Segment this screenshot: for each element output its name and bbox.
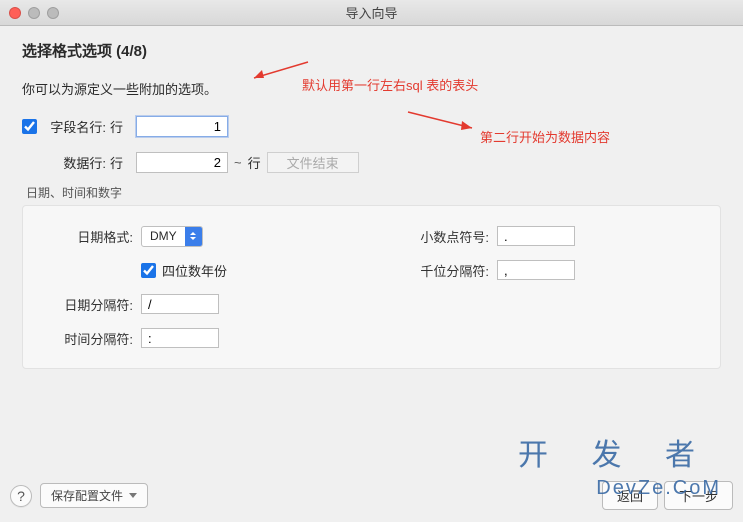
page-title: 选择格式选项 (4/8) [22,40,721,61]
four-digit-year-row: 四位数年份 [41,258,227,282]
decimal-label: 小数点符号: [397,227,489,246]
thousand-row: 千位分隔符: [397,258,575,282]
time-sep-label: 时间分隔符: [41,329,133,348]
date-format-select[interactable]: DMY [141,226,203,247]
four-digit-year-label: 四位数年份 [162,261,227,280]
row-unit-1: 行 [110,117,132,136]
data-row-label: 数据行: [44,153,106,172]
next-button[interactable]: 下一步 [664,481,733,510]
minimize-icon[interactable] [28,7,40,19]
chevron-updown-icon [185,227,202,246]
date-sep-input[interactable] [141,294,219,314]
field-name-row-input[interactable] [136,116,228,137]
data-row: 数据行: 行 ~ 行 [22,148,721,176]
help-button[interactable]: ? [10,485,32,507]
panel-right-col: 小数点符号: 千位分隔符: [397,224,575,350]
time-sep-input[interactable] [141,328,219,348]
field-name-label: 字段名行: [44,117,106,136]
thousand-input[interactable] [497,260,575,280]
four-digit-year-checkbox[interactable] [141,263,156,278]
save-profile-button[interactable]: 保存配置文件 [40,483,148,508]
titlebar: 导入向导 [0,0,743,26]
date-sep-row: 日期分隔符: [41,292,227,316]
annotation-1: 默认用第一行左右sql 表的表头 [302,75,478,94]
back-button[interactable]: 返回 [602,481,658,510]
date-format-value: DMY [142,227,185,246]
date-format-row: 日期格式: DMY [41,224,227,248]
window-title: 导入向导 [0,3,743,22]
row-unit-3: 行 [248,153,261,172]
range-tilde: ~ [234,155,242,170]
content-area: 选择格式选项 (4/8) 你可以为源定义一些附加的选项。 字段名行: 行 数据行… [0,26,743,369]
date-sep-label: 日期分隔符: [41,295,133,314]
field-name-checkbox[interactable] [22,119,37,134]
data-row-end-input [267,152,359,173]
field-name-row: 字段名行: 行 [22,112,721,140]
chevron-down-icon [129,493,137,498]
row-unit-2: 行 [110,153,132,172]
group-label: 日期、时间和数字 [26,184,721,201]
date-format-label: 日期格式: [41,227,133,246]
annotation-2: 第二行开始为数据内容 [480,127,610,146]
decimal-input[interactable] [497,226,575,246]
time-sep-row: 时间分隔符: [41,326,227,350]
zoom-icon[interactable] [47,7,59,19]
decimal-row: 小数点符号: [397,224,575,248]
settings-panel: 日期格式: DMY 四位数年份 日期分隔符: 时间分隔符: [22,205,721,369]
data-row-start-input[interactable] [136,152,228,173]
traffic-lights [9,7,59,19]
thousand-label: 千位分隔符: [397,261,489,280]
close-icon[interactable] [9,7,21,19]
watermark-cn: 开 发 者 [518,430,713,474]
footer: ? 保存配置文件 返回 下一步 [10,481,733,510]
panel-left-col: 日期格式: DMY 四位数年份 日期分隔符: 时间分隔符: [41,224,227,350]
save-profile-label: 保存配置文件 [51,487,123,504]
